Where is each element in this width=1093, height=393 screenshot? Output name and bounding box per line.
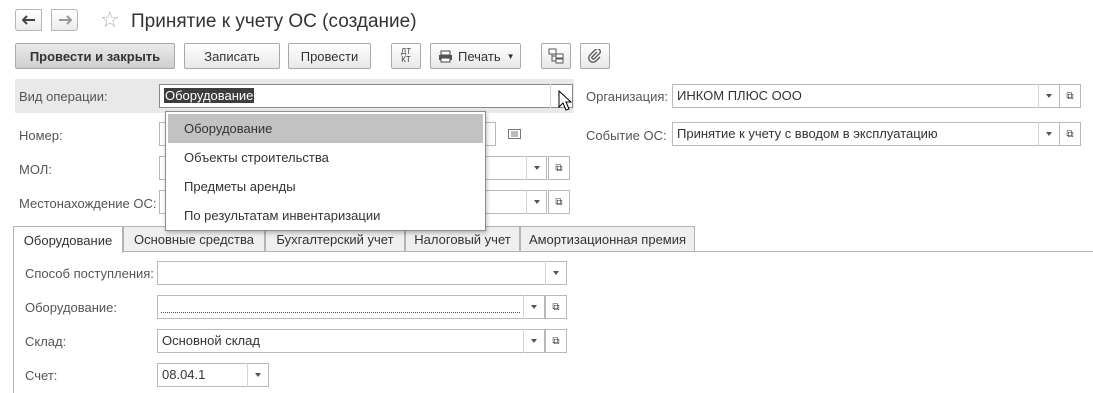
account-label: Счет:: [25, 368, 58, 383]
receipt-method-field[interactable]: [157, 261, 567, 285]
receipt-method-dropdown-button[interactable]: [545, 261, 566, 285]
location-label: Местонахождение ОС:: [19, 196, 157, 211]
open-window-icon: ⧉: [1066, 90, 1074, 102]
dropdown-item-leased[interactable]: Предметы аренды: [168, 172, 483, 201]
operation-label: Вид операции:: [19, 89, 108, 104]
warehouse-field[interactable]: Основной склад: [157, 329, 545, 353]
equipment-label: Оборудование:: [25, 300, 118, 315]
print-dropdown-arrow-icon: ▼: [506, 51, 515, 61]
star-icon[interactable]: ☆: [100, 6, 120, 34]
attach-button[interactable]: [580, 43, 610, 69]
number-label: Номер:: [19, 128, 63, 143]
post-button[interactable]: Провести: [288, 43, 371, 69]
event-dropdown-button[interactable]: [1038, 122, 1059, 146]
operation-value: Оборудование: [164, 88, 255, 103]
receipt-method-label: Способ поступления:: [25, 266, 154, 281]
mol-label: МОЛ:: [19, 162, 52, 177]
organization-field[interactable]: ИНКОМ ПЛЮС ООО: [672, 84, 1060, 108]
chevron-down-icon: [553, 271, 559, 275]
operation-dropdown-list: Оборудование Объекты строительства Предм…: [165, 111, 486, 231]
equipment-dropdown-button[interactable]: [523, 295, 544, 319]
warehouse-open-button[interactable]: ⧉: [545, 329, 567, 353]
warehouse-label: Склад:: [25, 334, 67, 349]
mol-open-button[interactable]: ⧉: [548, 156, 570, 180]
organization-label: Организация:: [586, 89, 669, 104]
kt-label: КТ: [401, 55, 411, 64]
open-window-icon: ⧉: [552, 335, 560, 347]
dt-kt-button[interactable]: ДТ КТ: [391, 43, 421, 69]
print-label: Печать: [458, 48, 501, 64]
organization-open-button[interactable]: ⧉: [1059, 84, 1081, 108]
chevron-down-icon: [1046, 132, 1052, 136]
arrow-right-icon: [58, 15, 72, 25]
warehouse-dropdown-button[interactable]: [523, 329, 544, 353]
location-open-button[interactable]: ⧉: [548, 190, 570, 214]
document-structure-icon: [548, 48, 564, 64]
back-button[interactable]: [15, 9, 42, 31]
equipment-field[interactable]: [157, 295, 545, 319]
forward-button[interactable]: [51, 9, 78, 31]
open-window-icon: ⧉: [552, 301, 560, 313]
event-open-button[interactable]: ⧉: [1059, 122, 1081, 146]
organization-dropdown-button[interactable]: [1038, 84, 1059, 108]
account-dropdown-button[interactable]: [247, 363, 268, 387]
structure-button[interactable]: [541, 43, 571, 69]
tab-equipment[interactable]: Оборудование: [13, 226, 123, 253]
arrow-left-icon: [21, 15, 35, 25]
tab-divider: [123, 251, 1093, 252]
mol-dropdown-button[interactable]: [526, 156, 547, 180]
tab-panel-border: [13, 251, 14, 393]
tab-depreciation-bonus[interactable]: Амортизационная премия: [520, 226, 695, 252]
save-button[interactable]: Записать: [184, 43, 280, 69]
print-button[interactable]: Печать ▼: [430, 43, 521, 69]
mouse-cursor-icon: [558, 90, 572, 111]
page-title: Принятие к учету ОС (создание): [131, 11, 417, 32]
dropdown-item-construction[interactable]: Объекты строительства: [168, 143, 483, 172]
open-window-icon: ⧉: [555, 196, 563, 208]
dropdown-item-equipment[interactable]: Оборудование: [168, 114, 483, 143]
equipment-open-button[interactable]: ⧉: [545, 295, 567, 319]
open-window-icon: ⧉: [555, 162, 563, 174]
chevron-down-icon: [1046, 94, 1052, 98]
equipment-underline: [161, 312, 520, 313]
operation-field[interactable]: Оборудование: [159, 84, 573, 108]
location-dropdown-button[interactable]: [526, 190, 547, 214]
post-and-close-button[interactable]: Провести и закрыть: [15, 43, 175, 69]
chevron-down-icon: [534, 166, 540, 170]
chevron-down-icon: [531, 305, 537, 309]
dropdown-item-inventory[interactable]: По результатам инвентаризации: [168, 201, 483, 230]
paperclip-icon: [588, 49, 601, 63]
chevron-down-icon: [531, 339, 537, 343]
open-window-icon: ⧉: [1066, 128, 1074, 140]
printer-icon: [439, 50, 452, 62]
event-field[interactable]: Принятие к учету с вводом в эксплуатацию: [672, 122, 1060, 146]
event-label: Событие ОС:: [586, 128, 667, 143]
chevron-down-icon: [534, 200, 540, 204]
chevron-down-icon: [255, 373, 261, 377]
comment-icon[interactable]: [508, 129, 521, 139]
